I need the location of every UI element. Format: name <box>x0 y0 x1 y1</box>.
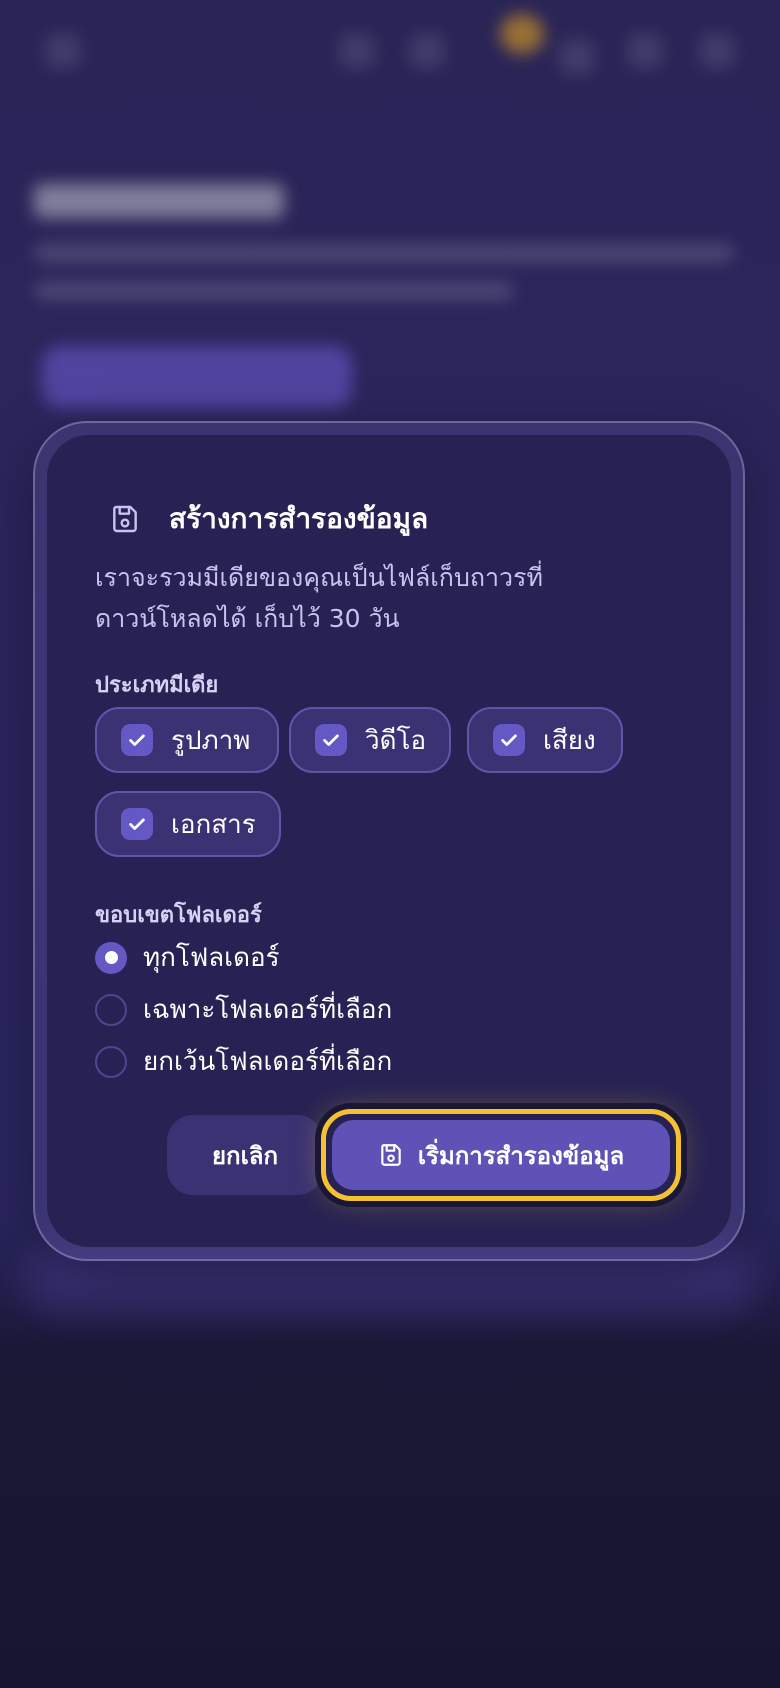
check-icon <box>121 808 153 840</box>
background-toolbar-icon <box>410 34 444 68</box>
media-type-chip-images[interactable]: รูปภาพ <box>95 707 279 773</box>
media-types-label: ประเภทมีเดีย <box>95 673 219 698</box>
background-toolbar-icon <box>560 40 594 74</box>
save-icon <box>378 1142 404 1168</box>
media-type-chip-audio[interactable]: เสียง <box>467 707 623 773</box>
chip-label: เอกสาร <box>171 809 256 840</box>
scope-option-except-selected[interactable]: ยกเว้นโฟลเดอร์ที่เลือก <box>95 1041 392 1082</box>
background-text-line <box>34 244 734 262</box>
radio-button-selected[interactable] <box>95 941 127 974</box>
start-backup-label: เริ่มการสำรองข้อมูล <box>417 1141 625 1170</box>
media-type-chip-documents[interactable]: เอกสาร <box>95 791 281 857</box>
background-primary-button <box>42 346 352 408</box>
check-icon <box>315 724 347 756</box>
radio-label: เฉพาะโฟลเดอร์ที่เลือก <box>143 995 393 1025</box>
start-backup-button[interactable]: เริ่มการสำรองข้อมูล <box>332 1120 670 1190</box>
backup-dialog-frame: สร้างการสำรองข้อมูล เราจะรวมมีเดียของคุณ… <box>33 421 745 1261</box>
background-top-bar <box>0 0 780 120</box>
check-icon <box>493 724 525 756</box>
background-toolbar-icon <box>700 34 734 68</box>
cancel-button[interactable]: ยกเลิก <box>167 1115 323 1195</box>
backup-dialog: สร้างการสำรองข้อมูล เราจะรวมมีเดียของคุณ… <box>47 435 731 1247</box>
radio-button[interactable] <box>95 993 127 1026</box>
scope-option-all-folders[interactable]: ทุกโฟลเดอร์ <box>95 937 280 978</box>
background-notification-icon <box>500 14 544 54</box>
chip-label: เสียง <box>543 725 596 756</box>
radio-label: ทุกโฟลเดอร์ <box>143 943 280 973</box>
background-page-title <box>34 184 284 218</box>
chip-label: วิดีโอ <box>365 725 427 756</box>
chip-label: รูปภาพ <box>171 725 251 756</box>
scope-option-selected-folders[interactable]: เฉพาะโฟลเดอร์ที่เลือก <box>95 989 392 1030</box>
background-toolbar-icon <box>340 34 374 68</box>
start-backup-focus-ring: เริ่มการสำรองข้อมูล <box>321 1109 681 1201</box>
dialog-description: เราจะรวมมีเดียของคุณเป็นไฟล์เก็บถาวรที่ด… <box>95 563 543 633</box>
radio-button[interactable] <box>95 1045 127 1078</box>
radio-label: ยกเว้นโฟลเดอร์ที่เลือก <box>143 1047 393 1077</box>
check-icon <box>121 724 153 756</box>
background-toolbar-icon <box>628 34 662 68</box>
background-menu-icon <box>46 34 80 68</box>
dialog-title: สร้างการสำรองข้อมูล <box>169 502 429 535</box>
media-type-chip-video[interactable]: วิดีโอ <box>289 707 451 773</box>
folder-scope-label: ขอบเขตโฟลเดอร์ <box>95 903 262 928</box>
dialog-header: สร้างการสำรองข้อมูล <box>109 497 428 541</box>
save-icon <box>109 503 141 535</box>
background-text-line <box>34 282 514 300</box>
